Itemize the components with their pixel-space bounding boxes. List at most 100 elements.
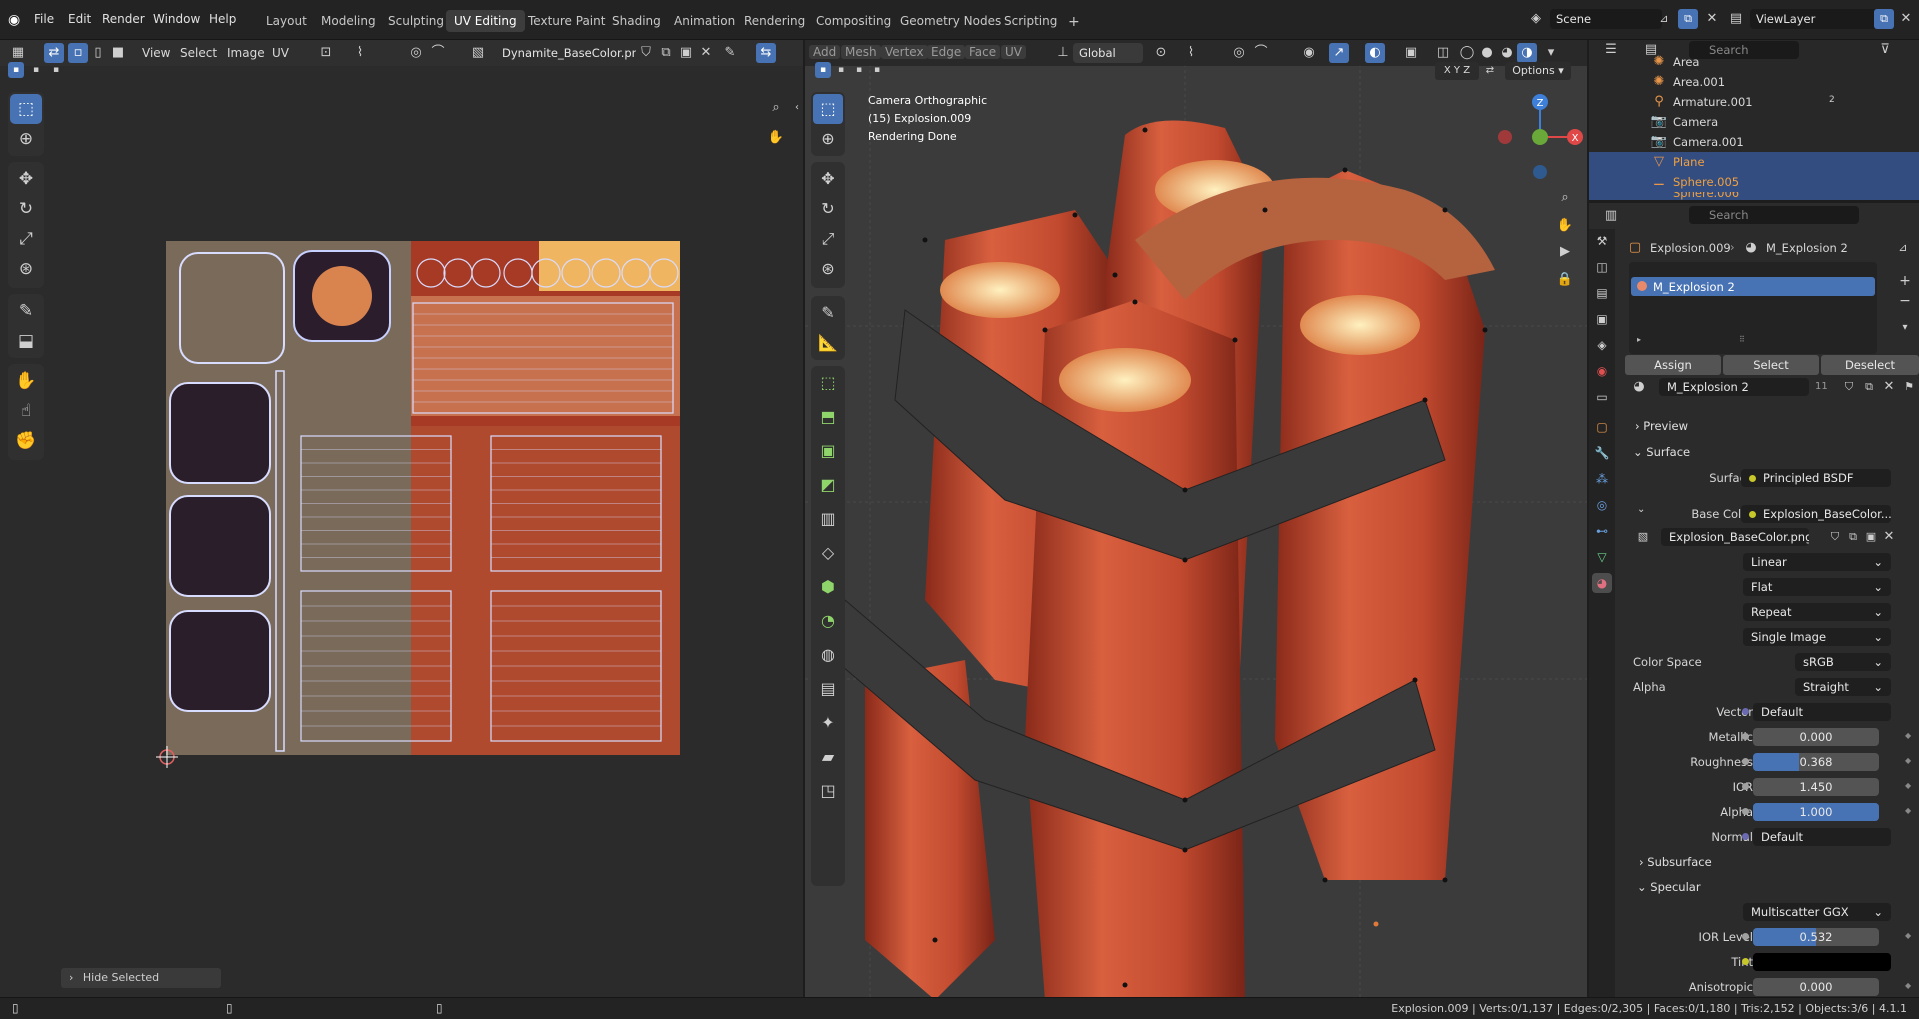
camera-view-icon[interactable]: ▶	[1555, 242, 1575, 262]
surface-shader-field[interactable]: Principled BSDF	[1741, 469, 1891, 487]
vp-select-extend-icon[interactable]: ▪	[833, 62, 849, 78]
outliner-item-armature[interactable]: ⚲ Armature.001 2	[1589, 92, 1919, 112]
uv-menu-view[interactable]: View	[142, 46, 170, 60]
shading-options-icon[interactable]: ▾	[1541, 43, 1561, 63]
last-operator-panel[interactable]: › Hide Selected	[61, 968, 221, 988]
outliner-item-camera[interactable]: 📷 Camera	[1589, 112, 1919, 132]
vp-knife-tool-icon[interactable]: ◇	[813, 538, 843, 568]
surface-panel-header[interactable]: ⌄ Surface	[1633, 445, 1690, 459]
new-material-icon[interactable]: ⧉	[1859, 377, 1879, 397]
vp-edge-slide-tool-icon[interactable]: ▤	[813, 674, 843, 704]
menu-render[interactable]: Render	[102, 12, 145, 26]
select-subtract-icon[interactable]: ▪	[48, 62, 64, 78]
output-tab-icon[interactable]: ▤	[1592, 283, 1612, 303]
image-browse-icon[interactable]: ▧	[468, 43, 488, 63]
physics-tab-icon[interactable]: ◎	[1592, 495, 1612, 515]
source-select[interactable]: Single Image ⌄	[1743, 628, 1891, 646]
falloff-icon[interactable]: ⌒	[428, 43, 448, 63]
metallic-field[interactable]: 0.000	[1753, 728, 1879, 746]
auto-merge-icon[interactable]: ⇄	[1481, 61, 1499, 79]
tab-compositing[interactable]: Compositing	[808, 10, 899, 32]
scene-field[interactable]: Scene	[1550, 9, 1662, 29]
solid-shading-icon[interactable]: ●	[1477, 43, 1497, 63]
vp-menu-face[interactable]: Face	[965, 45, 1001, 59]
transform-tool-icon[interactable]: ⊛	[10, 254, 42, 284]
unlink-material-icon[interactable]: ✕	[1879, 377, 1899, 397]
outliner-item-plane[interactable]: ▽ Plane	[1589, 152, 1919, 172]
list-resize-handle-icon[interactable]: ⠿	[1739, 335, 1745, 344]
color-space-select[interactable]: sRGB ⌄	[1795, 653, 1891, 671]
vp-cursor-tool-icon[interactable]: ⊕	[813, 124, 843, 154]
ior-keyframe-icon[interactable]: ◆	[1905, 781, 1911, 790]
open-image-icon[interactable]: ▣	[676, 43, 696, 63]
vp-shear-tool-icon[interactable]: ▰	[813, 742, 843, 772]
object-tab-icon[interactable]: ▢	[1592, 417, 1612, 437]
collection-tab-icon[interactable]: ▭	[1592, 387, 1612, 407]
visibility-icon[interactable]: ◉	[1299, 43, 1319, 63]
list-expand-icon[interactable]: ▸	[1637, 335, 1641, 344]
vp-menu-edge[interactable]: Edge	[927, 45, 966, 59]
roughness-slider[interactable]: 0.368	[1753, 753, 1879, 771]
uv-menu-select[interactable]: Select	[180, 46, 217, 60]
add-workspace-icon[interactable]: +	[1060, 10, 1088, 32]
face-select-icon[interactable]: ■	[108, 43, 128, 63]
navigation-gizmo[interactable]: Z X	[1495, 92, 1585, 182]
browse-material-icon[interactable]: ◕	[1629, 377, 1649, 397]
proportional-falloff-icon[interactable]: ⌒	[1251, 43, 1271, 63]
lock-view-icon[interactable]: 🔒	[1555, 270, 1575, 290]
tweak-tool-icon[interactable]: ⬚	[10, 94, 42, 124]
tab-modeling[interactable]: Modeling	[313, 10, 384, 32]
interpolation-select[interactable]: Linear ⌄	[1743, 553, 1891, 571]
roughness-keyframe-icon[interactable]: ◆	[1905, 756, 1911, 765]
image-open-icon[interactable]: ▣	[1861, 527, 1881, 547]
view-layer-field[interactable]: ViewLayer	[1750, 9, 1880, 29]
vp-annotate-tool-icon[interactable]: ✎	[813, 298, 843, 328]
rotate-tool-icon[interactable]: ↻	[10, 194, 42, 224]
tab-uv-editing[interactable]: UV Editing	[446, 10, 525, 32]
ior-level-slider[interactable]: 0.532	[1753, 928, 1879, 946]
vp-move-tool-icon[interactable]: ✥	[813, 164, 843, 194]
rendered-shading-icon[interactable]: ◑	[1517, 43, 1537, 63]
delete-view-layer-icon[interactable]: ✕	[1896, 9, 1916, 29]
tab-layout[interactable]: Layout	[258, 10, 315, 32]
3d-viewport[interactable]: Add Mesh Vertex Edge Face UV ⊥ Global ⊙ …	[805, 40, 1587, 997]
outliner-item-sphere-005[interactable]: ⚊ Sphere.005	[1589, 172, 1919, 192]
vp-rotate-tool-icon[interactable]: ↻	[813, 194, 843, 224]
pivot-icon[interactable]: ⊡	[316, 43, 336, 63]
edge-select-icon[interactable]: ▯	[88, 43, 108, 63]
select-button[interactable]: Select	[1723, 355, 1819, 375]
alpha-keyframe-icon[interactable]: ◆	[1905, 806, 1911, 815]
normal-field[interactable]: Default	[1753, 828, 1891, 846]
view-layer-icon[interactable]: ▤	[1726, 9, 1746, 29]
tool-tab-icon[interactable]: ⚒	[1592, 231, 1612, 251]
blender-logo-icon[interactable]: ◉	[8, 12, 20, 28]
material-name-field[interactable]: M_Explosion 2	[1659, 378, 1809, 396]
material-tab-icon[interactable]: ◕	[1592, 573, 1612, 593]
add-slot-icon[interactable]: +	[1895, 271, 1915, 291]
image-unlink-icon[interactable]: ✕	[1879, 527, 1899, 547]
scene-icon[interactable]: ◈	[1526, 9, 1546, 29]
editor-type-icon[interactable]: ▦	[8, 43, 28, 63]
vp-inset-tool-icon[interactable]: ▣	[813, 436, 843, 466]
uv-editor[interactable]: ▦ ⇄ ▫ ▯ ■ View Select Image UV ⊡ ⌇ ◎ ⌒ ▧…	[0, 40, 803, 997]
vp-menu-mesh[interactable]: Mesh	[841, 45, 881, 59]
vertex-select-icon[interactable]: ▫	[68, 43, 88, 63]
grab-tool-icon[interactable]: ✋	[10, 366, 42, 396]
proportional-editing-icon[interactable]: ◎	[1229, 43, 1249, 63]
sidebar-toggle-icon[interactable]: ‹	[791, 98, 803, 118]
outliner[interactable]: ☰ ▤ Search ⊽ ✺ Area ✺ Area.001 ⚲ Armature.0…	[1589, 40, 1919, 200]
anisotropic-field[interactable]: 0.000	[1753, 978, 1879, 996]
wireframe-shading-icon[interactable]: ◯	[1457, 43, 1477, 63]
transform-orientation-field[interactable]: Global	[1073, 43, 1143, 63]
uv-sync-icon[interactable]: ⇄	[44, 43, 64, 63]
fake-user-icon[interactable]: ⛉	[636, 43, 656, 63]
vp-select-invert-icon[interactable]: ▪	[869, 62, 885, 78]
fake-user-icon[interactable]: ⛉	[1839, 377, 1859, 397]
vp-rip-tool-icon[interactable]: ◳	[813, 776, 843, 806]
ior-field[interactable]: 1.450	[1753, 778, 1879, 796]
data-tab-icon[interactable]: ▽	[1592, 547, 1612, 567]
uv-snapping-icon[interactable]: ⇆	[756, 43, 776, 63]
tab-shading[interactable]: Shading	[604, 10, 669, 32]
particles-tab-icon[interactable]: ⁂	[1592, 469, 1612, 489]
show-gizmo-icon[interactable]: ↗	[1329, 43, 1349, 63]
